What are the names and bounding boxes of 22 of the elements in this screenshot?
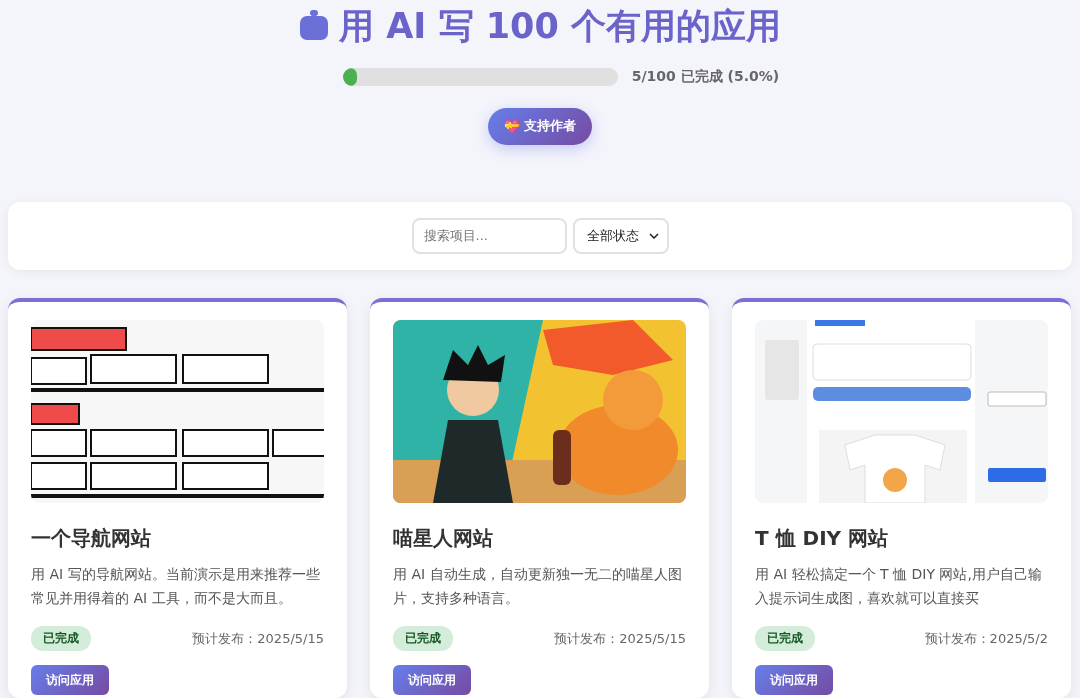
status-select[interactable]: 全部状态 — [572, 217, 669, 254]
card-description: 用 AI 自动生成，自动更新独一无二的喵星人图片，支持多种语言。 — [393, 565, 683, 608]
card-description: 用 AI 写的导航网站。当前演示是用来推荐一些常见并用得着的 AI 工具，而不是大而且。 — [31, 565, 321, 608]
card-title: 一个导航网站 — [31, 525, 152, 552]
card-title: 喵星人网站 — [393, 525, 494, 552]
status-badge: 已完成 — [393, 626, 453, 651]
card-title: T 恤 DIY 网站 — [755, 525, 890, 552]
page-title: 用 AI 写 100 个有用的应用 — [339, 4, 781, 48]
visit-app-button[interactable]: 访问应用 — [755, 665, 833, 695]
chevron-down-icon — [648, 232, 659, 239]
progress-label: 5/100 已完成 (5.0%) — [631, 68, 780, 86]
visit-app-button[interactable]: 访问应用 — [393, 665, 471, 695]
visit-app-button[interactable]: 访问应用 — [31, 665, 109, 695]
release-date: 预计发布：2025/5/2 — [924, 629, 1048, 648]
card-description: 用 AI 轻松搞定一个 T 恤 DIY 网站,用户自己输入提示词生成图，喜欢就可以直接买 — [755, 565, 1043, 608]
status-badge: 已完成 — [755, 626, 815, 651]
robot-icon — [299, 10, 330, 42]
release-date: 预计发布：2025/5/15 — [554, 629, 686, 648]
status-badge: 已完成 — [31, 626, 91, 651]
support-button[interactable]: 💝 支持作者 — [488, 108, 592, 145]
release-date: 预计发布：2025/5/15 — [192, 629, 324, 648]
search-field[interactable]: 搜索项目... — [411, 217, 567, 254]
